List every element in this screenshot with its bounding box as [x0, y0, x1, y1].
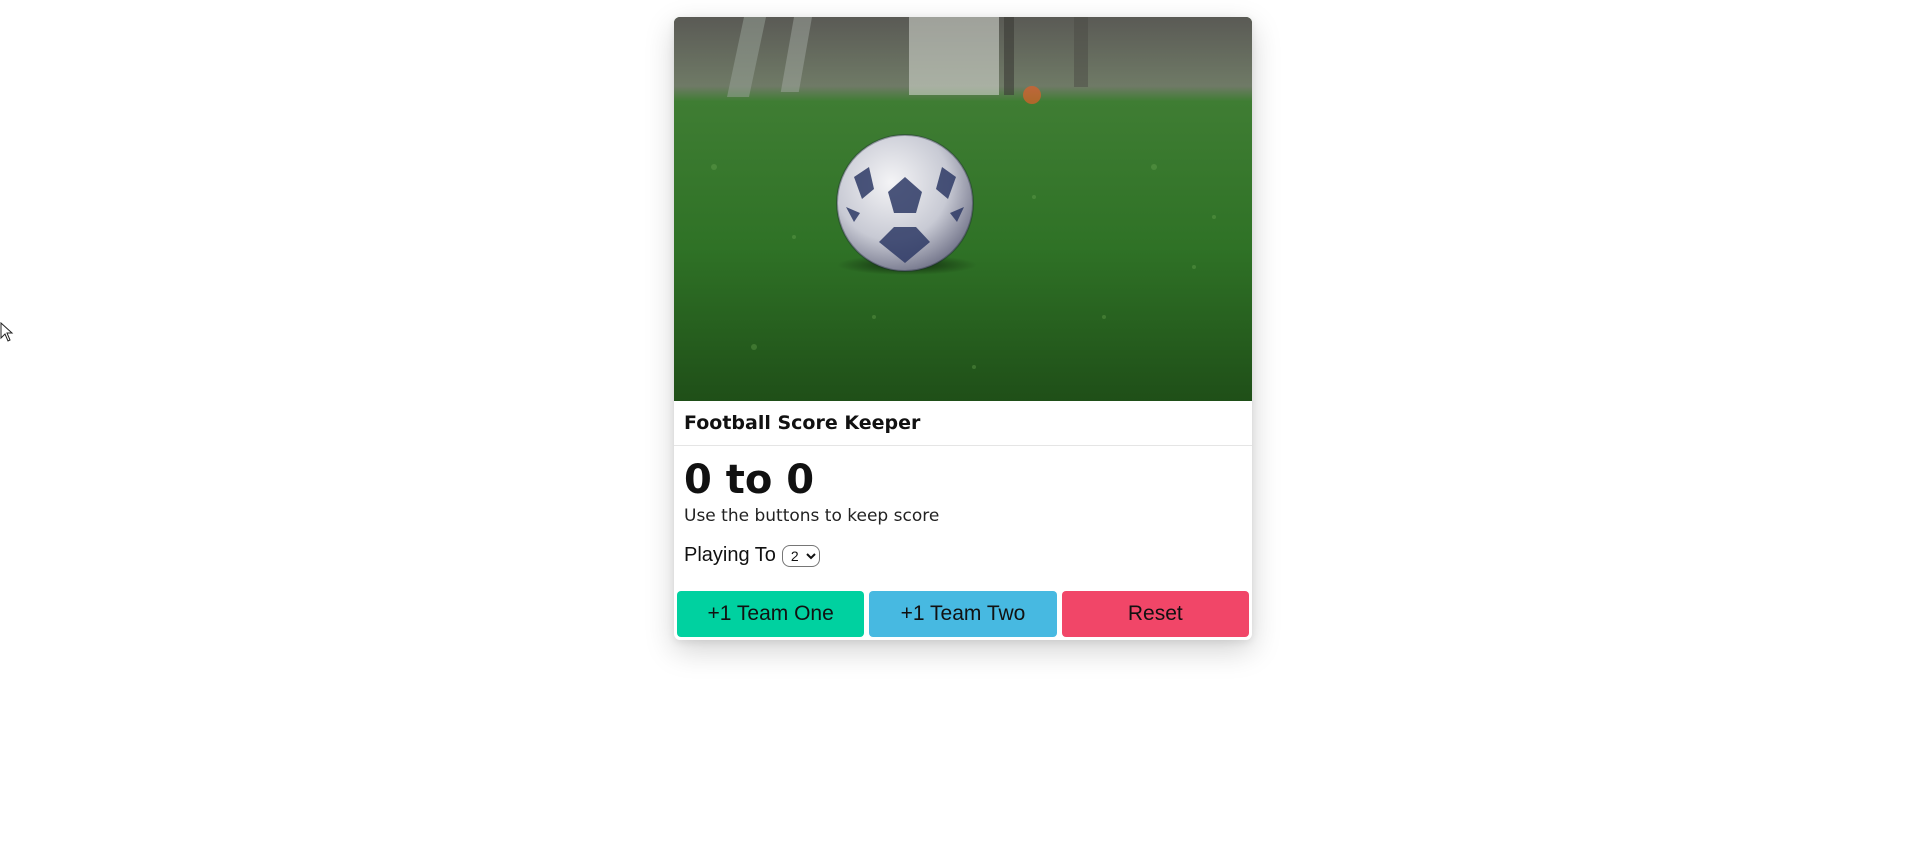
card-image: [674, 17, 1252, 401]
score-display: 0 to 0: [684, 457, 815, 503]
playing-to-label: Playing To: [684, 544, 776, 566]
reset-button[interactable]: Reset: [1061, 591, 1249, 637]
score-keeper-card: Football Score Keeper 0 to 0 Use the but…: [674, 17, 1252, 640]
score-instructions: Use the buttons to keep score: [684, 506, 940, 526]
mouse-pointer-icon: [0, 322, 14, 342]
team-two-increment-button[interactable]: +1 Team Two: [869, 591, 1057, 637]
card-content: 0 to 0 Use the buttons to keep score Pla…: [674, 446, 1252, 567]
card-title: Football Score Keeper: [684, 412, 921, 434]
playing-to-select[interactable]: 2: [781, 544, 820, 567]
card-header: Football Score Keeper: [674, 401, 1252, 446]
soccer-ball-image: [674, 17, 1252, 401]
team-one-increment-button[interactable]: +1 Team One: [677, 591, 865, 637]
playing-to-row: Playing To 2: [684, 544, 1242, 567]
card-footer: +1 Team One +1 Team Two Reset: [674, 588, 1252, 640]
